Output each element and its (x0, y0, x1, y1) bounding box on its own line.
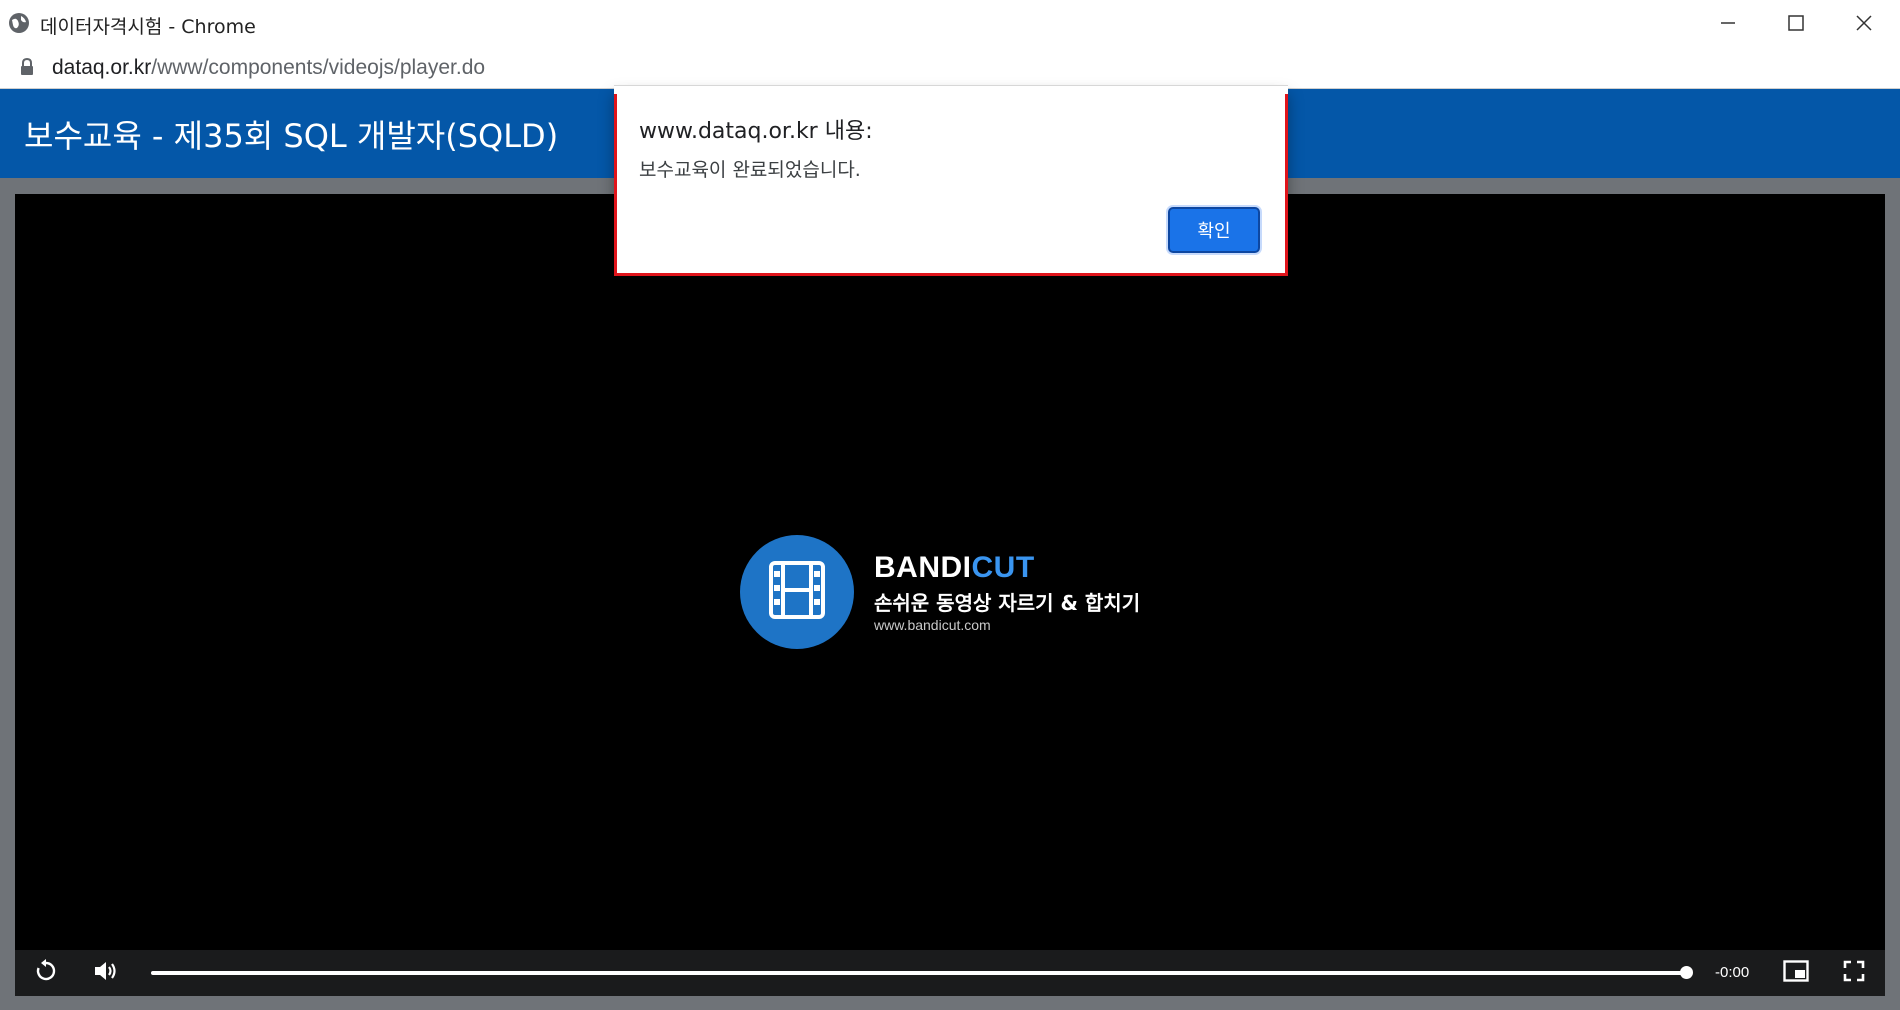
brand-cut: CUT (971, 551, 1035, 584)
fullscreen-icon (1843, 960, 1865, 987)
close-button[interactable] (1830, 0, 1898, 46)
progress-handle[interactable] (1680, 966, 1693, 979)
replay-button[interactable] (31, 958, 61, 988)
picture-in-picture-button[interactable] (1781, 958, 1811, 988)
url-text[interactable]: dataq.or.kr/www/components/videojs/playe… (52, 56, 485, 80)
player-control-bar: -0:00 (15, 950, 1885, 996)
film-strip-icon (767, 559, 827, 626)
volume-button[interactable] (91, 958, 121, 988)
globe-icon (8, 12, 30, 34)
maximize-button[interactable] (1762, 0, 1830, 46)
ok-button[interactable]: 확인 (1168, 207, 1260, 253)
time-remaining: -0:00 (1715, 964, 1750, 981)
address-bar[interactable]: dataq.or.kr/www/components/videojs/playe… (0, 46, 1900, 89)
dialog-message: 보수교육이 완료되었습니다. (639, 159, 861, 181)
bandicut-slogan: 손쉬운 동영상 자르기 & 합치기 (874, 591, 1141, 615)
url-path: /www/components/videojs/player.do (151, 56, 486, 79)
brand-bandi: BANDI (874, 551, 972, 584)
bandicut-brand: BANDICUT (874, 551, 1035, 585)
volume-icon (93, 959, 119, 988)
page-title: 보수교육 - 제35회 SQL 개발자(SQLD) (24, 117, 559, 155)
url-host: dataq.or.kr (52, 56, 152, 79)
fullscreen-button[interactable] (1839, 958, 1869, 988)
window-titlebar: 데이터자격시험 - Chrome (0, 0, 1900, 47)
minimize-icon (1719, 14, 1737, 32)
dialog-heading: www.dataq.or.kr 내용: (639, 119, 873, 144)
bandicut-logo-circle (740, 535, 854, 649)
dialog-top-strip (614, 85, 1288, 94)
bandicut-site: www.bandicut.com (874, 617, 991, 633)
alert-dialog: www.dataq.or.kr 내용: 보수교육이 완료되었습니다. 확인 (614, 85, 1288, 276)
progress-bar[interactable] (151, 966, 1693, 979)
minimize-button[interactable] (1694, 0, 1762, 46)
bandicut-watermark: BANDICUT 손쉬운 동영상 자르기 & 합치기 www.bandicut.… (740, 535, 1180, 651)
picture-in-picture-icon (1783, 959, 1809, 987)
close-icon (1855, 14, 1873, 32)
replay-icon (34, 958, 58, 988)
maximize-icon (1787, 14, 1805, 32)
window-title: 데이터자격시험 - Chrome (40, 16, 256, 38)
lock-icon (19, 57, 35, 81)
